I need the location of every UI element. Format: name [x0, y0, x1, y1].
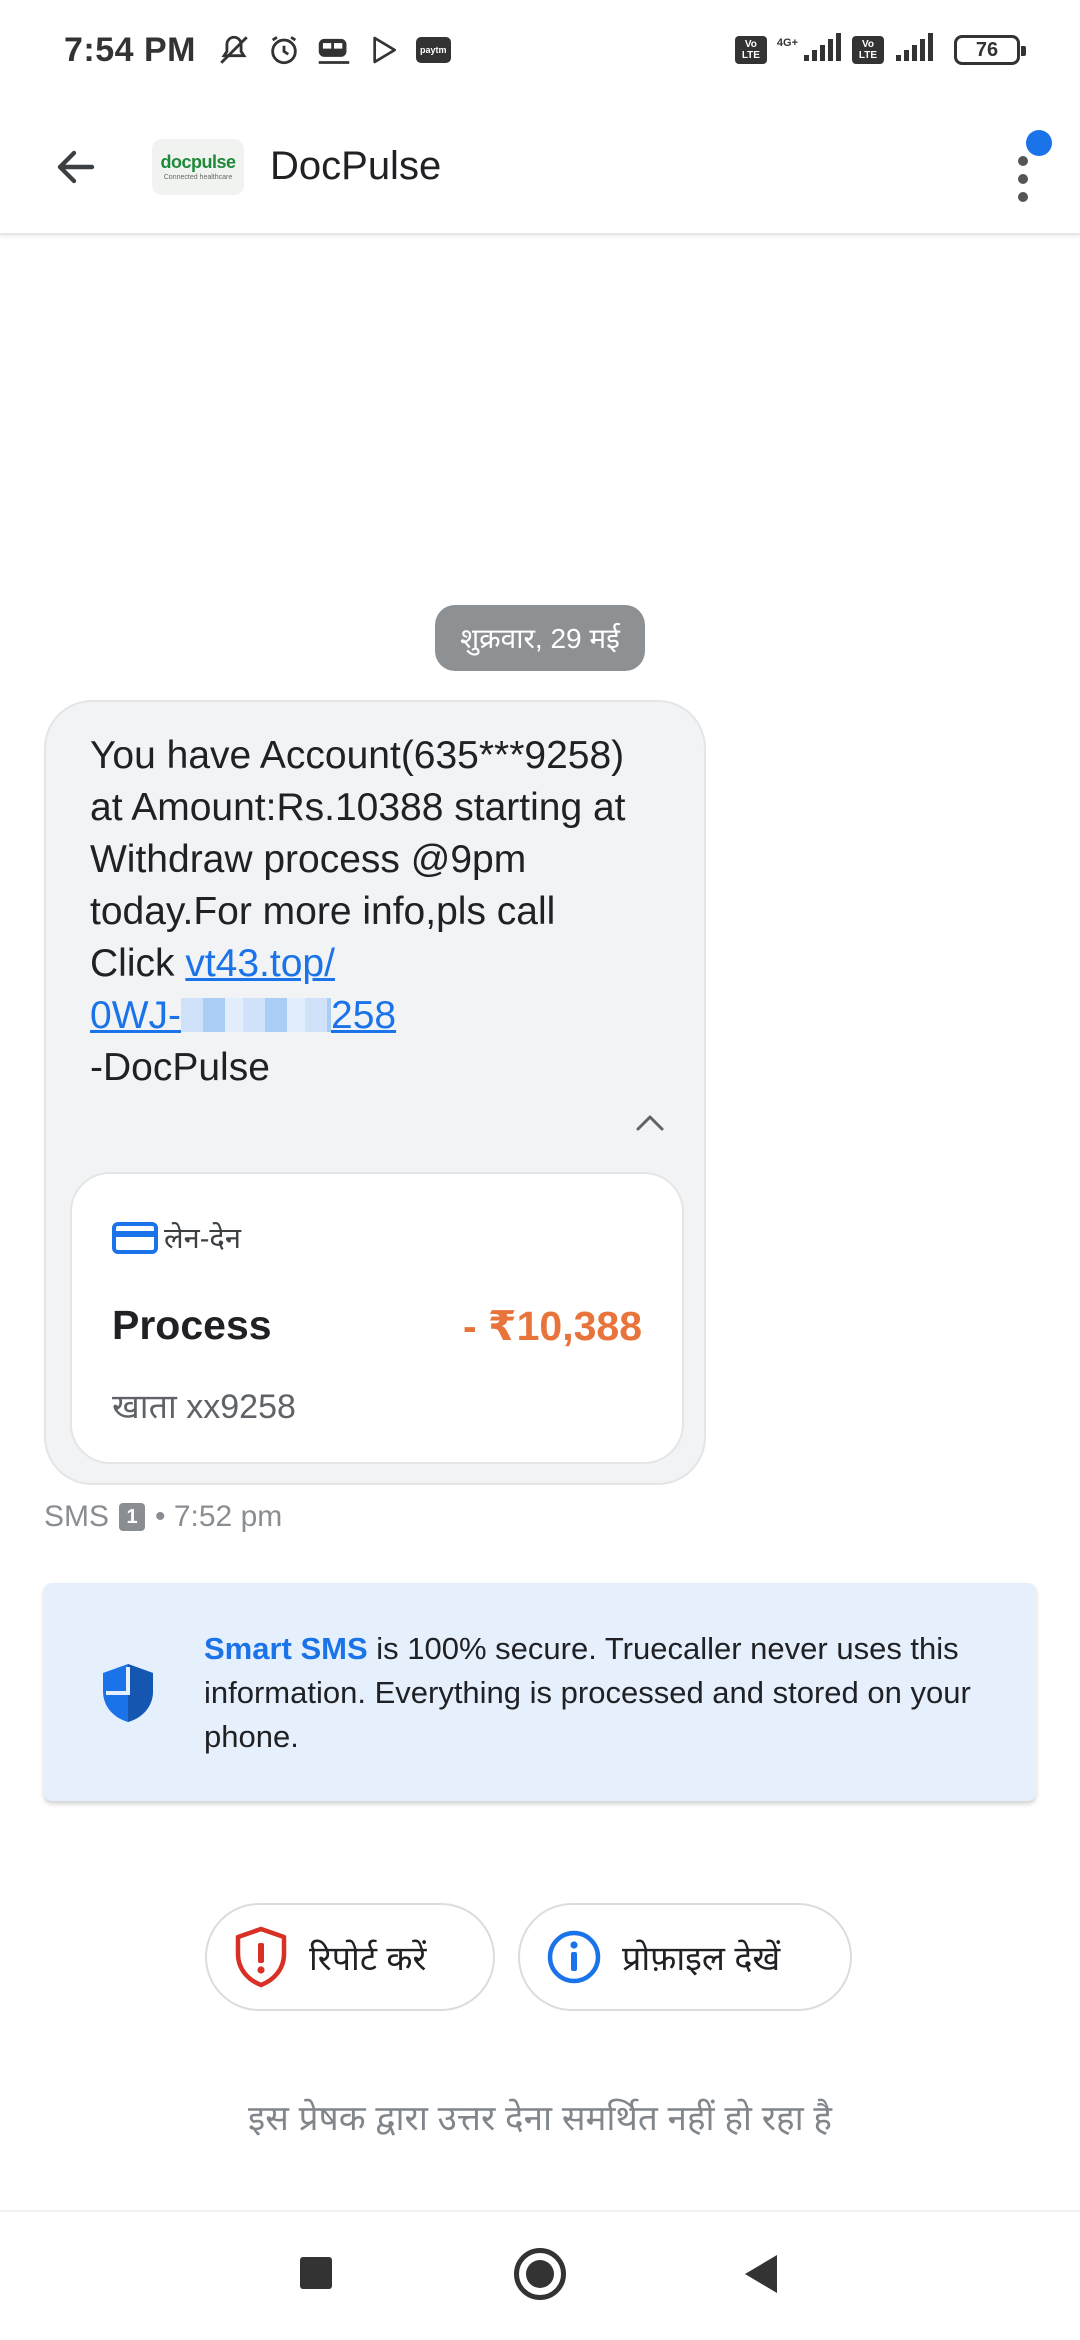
volte-badge-2: Vo LTE [852, 36, 884, 64]
more-dot-icon [1018, 192, 1028, 202]
logo-text: docpulse [160, 152, 236, 172]
back-button[interactable] [36, 127, 116, 207]
info-text: Smart SMS is 100% secure. Truecaller nev… [204, 1627, 1004, 1759]
battery-level: 76 [975, 38, 999, 61]
link-start: 0WJ- [90, 994, 181, 1037]
report-label: रिपोर्ट करें [309, 1940, 427, 1978]
app-bar: docpulse Connected healthcare DocPulse [0, 100, 1080, 235]
message-meta: SMS 1 • 7:52 pm [44, 1500, 282, 1534]
date-chip: शुक्रवार, 29 मई [435, 605, 645, 671]
transaction-amount: - ₹10,388 [463, 1303, 642, 1349]
signal-icon [802, 32, 842, 68]
reply-not-supported-note: इस प्रेषक द्वारा उत्तर देना समर्थित नहीं… [248, 2099, 832, 2138]
shield-icon [103, 1664, 153, 1722]
credit-card-icon [112, 1221, 158, 1254]
report-shield-icon [235, 1926, 287, 1988]
logo-subtext: Connected healthcare [163, 174, 233, 181]
sender-logo[interactable]: docpulse Connected healthcare [152, 138, 244, 195]
message-body: You have Account(635***9258) at Amount:R… [90, 734, 626, 985]
more-dot-icon [1018, 156, 1028, 166]
smart-sms-highlight: Smart SMS [204, 1631, 368, 1666]
message-bubble[interactable]: You have Account(635***9258) at Amount:R… [44, 700, 706, 1485]
volte-badge: Vo LTE [734, 36, 767, 64]
recent-apps-icon[interactable] [300, 2257, 332, 2289]
transaction-title: Process [112, 1302, 272, 1348]
paytm-icon: paytm [416, 37, 451, 63]
battery-icon: 76 [954, 35, 1026, 65]
message-signature: -DocPulse [90, 1046, 270, 1089]
view-profile-label: प्रोफ़ाइल देखें [622, 1940, 781, 1978]
alarm-icon [266, 32, 302, 68]
sender-title[interactable]: DocPulse [270, 144, 441, 189]
link-end: 258 [331, 994, 397, 1037]
play-store-icon [366, 32, 402, 68]
info-icon [547, 1930, 601, 1984]
system-nav-bar [0, 2210, 1080, 2340]
transaction-header: लेन-देन [112, 1218, 241, 1257]
more-dot-icon [1018, 174, 1028, 184]
train-icon [316, 32, 352, 68]
home-icon[interactable] [514, 2248, 566, 2300]
arrow-back-icon [57, 150, 95, 183]
sim-badge: 1 [119, 1503, 146, 1531]
mute-icon [216, 32, 252, 68]
signal-icon-2 [894, 32, 934, 68]
status-icons-left: paytm [216, 32, 451, 68]
status-time: 7:54 PM [64, 30, 196, 69]
report-button[interactable]: रिपोर्ट करें [205, 1903, 495, 2011]
message-time: • 7:52 pm [155, 1500, 283, 1533]
link-prefix: vt43.top/ [185, 942, 335, 985]
more-options-button[interactable] [996, 122, 1056, 212]
transaction-card[interactable]: लेन-देन Process - ₹10,388 खाता xx9258 [70, 1172, 684, 1464]
notification-dot-icon [1026, 130, 1052, 156]
status-icons-right: Vo LTE 4G+ Vo LTE 76 [734, 32, 1026, 68]
message-text: You have Account(635***9258) at Amount:R… [90, 730, 650, 1094]
network-type: 4G+ [776, 37, 798, 49]
view-profile-button[interactable]: प्रोफ़ाइल देखें [518, 1903, 852, 2011]
smart-sms-info-banner: Smart SMS is 100% secure. Truecaller nev… [44, 1583, 1036, 1801]
collapse-button[interactable] [630, 1102, 670, 1142]
chevron-up-icon [636, 1115, 664, 1131]
transaction-label: लेन-देन [164, 1223, 241, 1255]
message-channel: SMS [44, 1500, 110, 1533]
redacted-block [181, 998, 331, 1032]
status-bar: 7:54 PM paytm Vo LTE 4G+ Vo LTE 76 [0, 0, 1080, 100]
nav-back-icon[interactable] [745, 2255, 777, 2293]
transaction-account: खाता xx9258 [112, 1388, 296, 1426]
